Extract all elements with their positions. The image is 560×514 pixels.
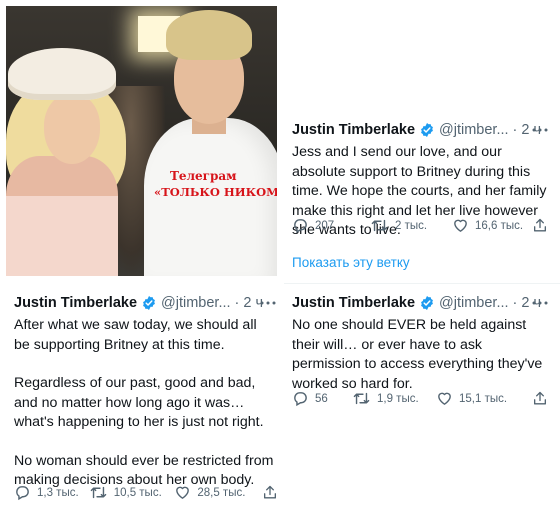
reply-button[interactable]: 207: [292, 217, 370, 234]
tweet-2[interactable]: Justin Timberlake @jtimber... · 2 ч Afte…: [14, 293, 276, 491]
woman-face: [44, 94, 100, 164]
reply-icon: [294, 219, 307, 234]
reply-icon: [294, 392, 307, 407]
separator-dot: ·: [234, 295, 240, 311]
like-count: 28,5 тыс.: [197, 486, 246, 499]
reply-count: 1,3 тыс.: [37, 486, 79, 499]
tweet-paragraph: After what we saw today, we should all b…: [14, 317, 257, 353]
share-button[interactable]: [262, 484, 278, 501]
retweet-icon: [371, 219, 388, 232]
tweet-paragraph: No one should EVER be held against their…: [292, 317, 543, 392]
share-icon: [534, 391, 546, 405]
verified-badge-icon: [421, 296, 433, 310]
tweet-3[interactable]: Justin Timberlake @jtimber... · 2 ч No o…: [292, 293, 548, 394]
reply-icon: [16, 486, 29, 501]
reply-button[interactable]: 1,3 тыс.: [14, 484, 89, 501]
separator-dot: ·: [512, 122, 518, 138]
separator-dot: ·: [512, 295, 518, 311]
tweet-photo[interactable]: Телеграм «ТОЛЬКО НИКОМУ»: [6, 6, 277, 276]
woman-top: [6, 196, 118, 276]
author-handle[interactable]: @jtimber...: [439, 295, 509, 311]
tweet-1-actions: 207 2 тыс. 16,6 тыс.: [292, 217, 548, 234]
tweet-text: No one should EVER be held against their…: [292, 316, 548, 394]
tweet-header: Justin Timberlake @jtimber... · 2 ч: [292, 293, 548, 313]
like-count: 16,6 тыс.: [475, 219, 524, 232]
heart-icon: [454, 219, 467, 232]
retweet-button[interactable]: 10,5 тыс.: [89, 484, 175, 501]
watermark-line-1: Телеграм: [170, 169, 237, 183]
man-hair: [166, 10, 252, 60]
divider: [284, 283, 560, 284]
verified-badge-icon: [143, 296, 155, 310]
share-icon: [264, 485, 276, 499]
reply-count: 56: [315, 392, 328, 405]
author-name[interactable]: Justin Timberlake: [14, 295, 137, 311]
reply-count: 207: [315, 219, 335, 232]
retweet-icon: [353, 392, 370, 405]
more-options-icon[interactable]: [532, 125, 548, 135]
watermark-line-2: «ТОЛЬКО НИКОМУ»: [154, 185, 277, 199]
tweet-3-actions: 56 1,9 тыс. 15,1 тыс.: [292, 390, 548, 407]
share-icon: [534, 218, 546, 232]
author-name[interactable]: Justin Timberlake: [292, 295, 415, 311]
like-button[interactable]: 15,1 тыс.: [436, 390, 532, 407]
heart-icon: [176, 486, 190, 499]
like-button[interactable]: 16,6 тыс.: [452, 217, 532, 234]
tweet-header: Justin Timberlake @jtimber... · 2 ч: [14, 293, 276, 313]
retweet-count: 10,5 тыс.: [113, 486, 162, 499]
more-options-icon[interactable]: [260, 298, 276, 308]
retweet-count: 2 тыс.: [395, 219, 428, 232]
retweet-button[interactable]: 2 тыс.: [370, 217, 452, 234]
reply-button[interactable]: 56: [292, 390, 352, 407]
show-thread-link[interactable]: Показать эту ветку: [292, 255, 410, 270]
author-handle[interactable]: @jtimber...: [439, 122, 509, 138]
woman-hat: [8, 48, 116, 100]
share-button[interactable]: [532, 217, 548, 234]
tweet-paragraph: Regardless of our past, good and bad, an…: [14, 375, 264, 430]
more-options-icon[interactable]: [532, 298, 548, 308]
tweet-text: After what we saw today, we should all b…: [14, 316, 276, 491]
author-handle[interactable]: @jtimber...: [161, 295, 231, 311]
like-button[interactable]: 28,5 тыс.: [174, 484, 262, 501]
tweet-2-actions: 1,3 тыс. 10,5 тыс. 28,5 тыс.: [14, 484, 278, 501]
like-count: 15,1 тыс.: [459, 392, 508, 405]
share-button[interactable]: [532, 390, 548, 407]
retweet-button[interactable]: 1,9 тыс.: [352, 390, 436, 407]
retweet-icon: [90, 486, 106, 499]
tweet-header: Justin Timberlake @jtimber... · 2 ч: [292, 120, 548, 140]
author-name[interactable]: Justin Timberlake: [292, 122, 415, 138]
retweet-count: 1,9 тыс.: [377, 392, 419, 405]
heart-icon: [438, 392, 451, 405]
verified-badge-icon: [421, 123, 433, 137]
